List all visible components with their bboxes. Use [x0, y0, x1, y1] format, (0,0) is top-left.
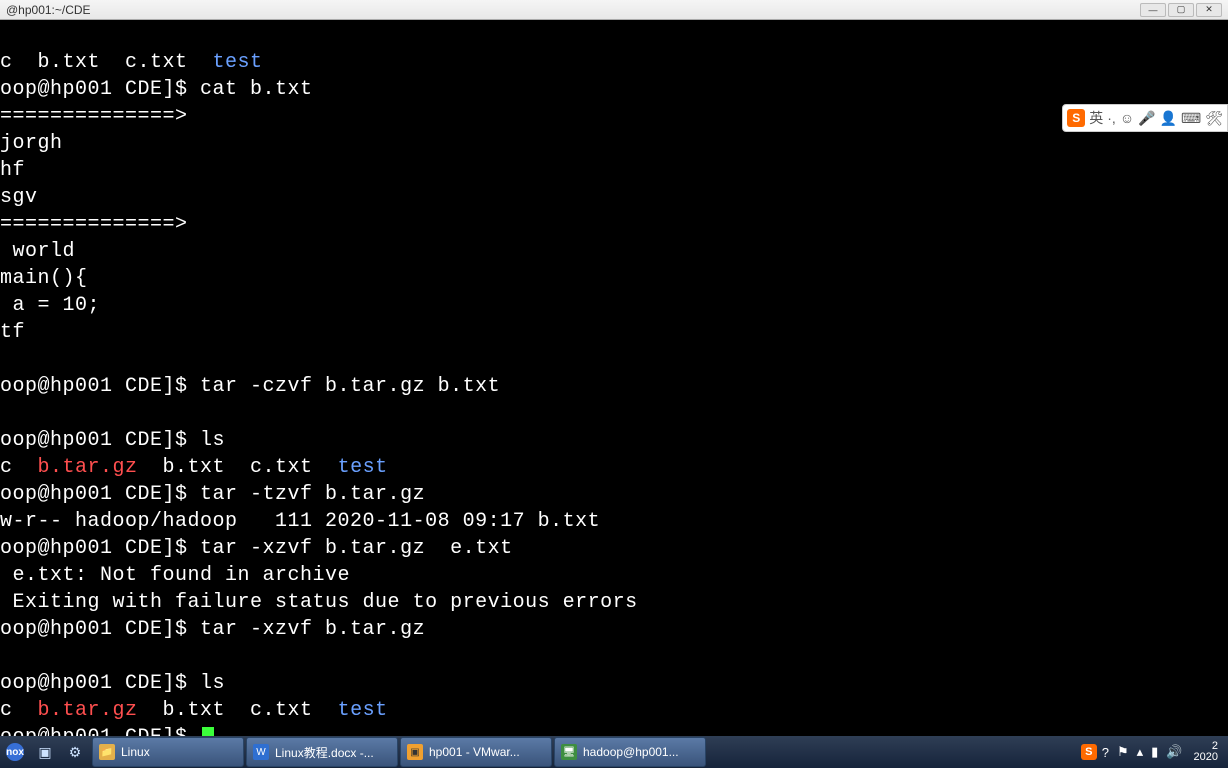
network-icon[interactable]: ▮ — [1148, 737, 1161, 767]
ime-brand-icon[interactable]: S — [1067, 109, 1085, 127]
terminal-command: tar -tzvf b.tar.gz — [200, 483, 425, 506]
terminal-prompt: oop@hp001 CDE]$ — [0, 429, 200, 452]
terminal-output: jorgh — [0, 132, 63, 155]
terminal-icon: ▣ — [36, 743, 54, 761]
terminal-command: cat b.txt — [200, 78, 313, 101]
terminal-command: tar -czvf b.tar.gz b.txt — [200, 375, 500, 398]
person-icon[interactable]: 👤 — [1160, 110, 1177, 127]
terminal-prompt: oop@hp001 CDE]$ — [0, 78, 200, 101]
terminal-output: b.txt c.txt — [138, 456, 338, 479]
terminal-output: c — [0, 456, 38, 479]
maximize-button[interactable]: ▢ — [1168, 3, 1194, 17]
taskbar-item-label: hadoop@hp001... — [583, 745, 679, 759]
terminal-output: c b.txt c.txt — [0, 51, 213, 74]
terminal-command: tar -xzvf b.tar.gz — [200, 618, 425, 641]
taskbar-clock[interactable]: 2 2020 — [1188, 741, 1224, 763]
flag-icon[interactable]: ⚑ — [1114, 737, 1132, 767]
folder-icon: 📁 — [99, 744, 115, 760]
terminal-output: hf — [0, 159, 25, 182]
ime-punct-toggle[interactable]: ·, — [1107, 110, 1116, 126]
terminal-prompt: oop@hp001 CDE]$ — [0, 672, 200, 695]
window-controls: — ▢ ✕ — [1140, 3, 1222, 17]
terminal-archive: b.tar.gz — [38, 699, 138, 722]
terminal[interactable]: c b.txt c.txt test oop@hp001 CDE]$ cat b… — [0, 20, 1228, 736]
terminal-dir: test — [338, 699, 388, 722]
taskbar-item-label: hp001 - VMwar... — [429, 745, 520, 759]
taskbar-pin-nox[interactable]: nox — [0, 737, 30, 767]
smile-icon[interactable]: ☺ — [1120, 110, 1134, 126]
terminal-prompt: oop@hp001 CDE]$ — [0, 537, 200, 560]
window-title: @hp001:~/CDE — [6, 3, 91, 17]
keyboard-icon[interactable]: ⌨ — [1181, 110, 1201, 127]
taskbar-item-label: Linux — [121, 745, 150, 759]
terminal-output: Exiting with failure status due to previ… — [0, 591, 638, 614]
terminal-output: a = 10; — [0, 294, 100, 317]
putty-icon: 🖥 — [561, 744, 577, 760]
taskbar-item-word[interactable]: W Linux教程.docx -... — [246, 737, 398, 767]
terminal-output: tf — [0, 321, 25, 344]
terminal-command: tar -xzvf b.tar.gz e.txt — [200, 537, 513, 560]
terminal-archive: b.tar.gz — [38, 456, 138, 479]
window-title-bar: @hp001:~/CDE — ▢ ✕ — [0, 0, 1228, 20]
taskbar: nox ▣ ⚙ 📁 Linux W Linux教程.docx -... ▣ hp… — [0, 736, 1228, 768]
terminal-output: main(){ — [0, 267, 88, 290]
terminal-output: ==============> — [0, 105, 188, 128]
terminal-output: c — [0, 699, 38, 722]
nox-icon: nox — [6, 743, 24, 761]
taskbar-pin-settings[interactable]: ⚙ — [60, 737, 90, 767]
vmware-icon: ▣ — [407, 744, 423, 760]
terminal-output: e.txt: Not found in archive — [0, 564, 350, 587]
chevron-up-icon[interactable]: ▴ — [1134, 737, 1147, 767]
close-button[interactable]: ✕ — [1196, 3, 1222, 17]
word-icon: W — [253, 744, 269, 760]
gear-icon: ⚙ — [66, 743, 84, 761]
terminal-output: world — [0, 240, 75, 263]
taskbar-item-putty[interactable]: 🖥 hadoop@hp001... — [554, 737, 706, 767]
terminal-prompt: oop@hp001 CDE]$ — [0, 618, 200, 641]
minimize-button[interactable]: — — [1140, 3, 1166, 17]
terminal-command: ls — [200, 429, 225, 452]
terminal-output: ==============> — [0, 213, 188, 236]
taskbar-pin-terminal[interactable]: ▣ — [30, 737, 60, 767]
terminal-dir: test — [213, 51, 263, 74]
taskbar-item-explorer[interactable]: 📁 Linux — [92, 737, 244, 767]
sound-icon[interactable]: 🔊 — [1163, 737, 1185, 767]
terminal-prompt: oop@hp001 CDE]$ — [0, 483, 200, 506]
tool-icon[interactable]: 🛠 — [1205, 110, 1223, 127]
ime-toolbar[interactable]: S 英 ·, ☺ 🎤 👤 ⌨ 🛠 — [1062, 104, 1228, 132]
terminal-command: ls — [200, 672, 225, 695]
clock-date: 2020 — [1194, 752, 1218, 763]
terminal-prompt: oop@hp001 CDE]$ — [0, 375, 200, 398]
help-icon[interactable]: ? — [1099, 737, 1112, 767]
terminal-dir: test — [338, 456, 388, 479]
taskbar-tray: S ? ⚑ ▴ ▮ 🔊 2 2020 — [1081, 737, 1228, 767]
mic-icon[interactable]: 🎤 — [1138, 110, 1155, 127]
terminal-output: sgv — [0, 186, 38, 209]
taskbar-item-vmware[interactable]: ▣ hp001 - VMwar... — [400, 737, 552, 767]
terminal-output: b.txt c.txt — [138, 699, 338, 722]
taskbar-item-label: Linux教程.docx -... — [275, 744, 374, 761]
ime-lang-toggle[interactable]: 英 — [1089, 108, 1103, 128]
terminal-output: w-r-- hadoop/hadoop 111 2020-11-08 09:17… — [0, 510, 600, 533]
tray-sogou-icon[interactable]: S — [1081, 744, 1097, 760]
